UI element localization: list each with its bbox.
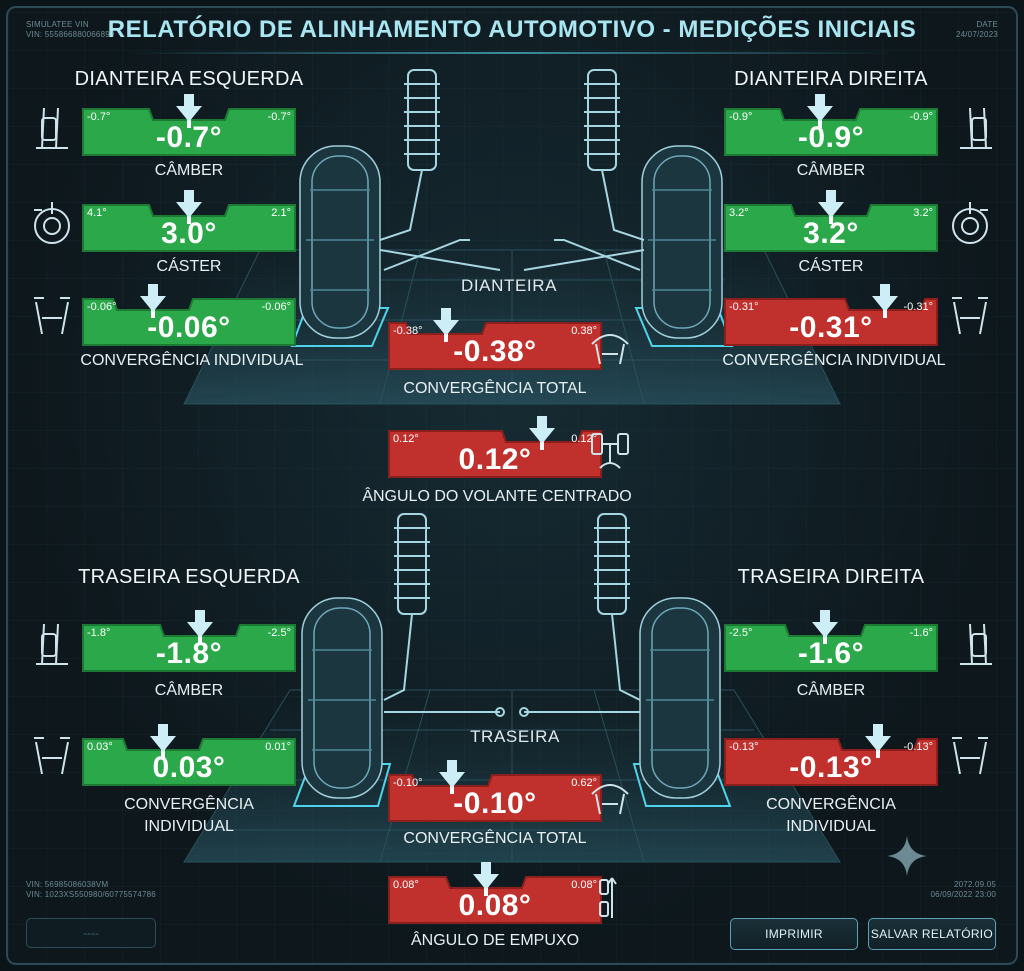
gauge-value: -0.7° [155,121,223,154]
star-emblem-icon [887,836,927,876]
label-rear-total-toe: CONVERGÊNCIA TOTAL [403,830,587,847]
front-left-title: DIANTEIRA ESQUERDA [74,68,304,90]
label-front-right-caster: CÁSTER [798,258,864,275]
rear-suspension [383,513,641,717]
arrow-down-icon [176,94,202,122]
gauge-front-left-camber: -0.7° -0.7° -0.7° [82,94,296,156]
gauge-value: -0.9° [797,121,865,154]
toe-icon [30,294,74,342]
toe-icon [948,294,992,342]
arrow-down-icon [807,94,833,122]
save-report-button[interactable]: SALVAR RELATÓRIO [868,918,996,950]
thrust-icon [588,874,632,922]
title-underline [130,52,894,54]
page-title: RELATÓRIO DE ALINHAMENTO AUTOMOTIVO - ME… [107,16,917,43]
label-rear-right-toe-line1: CONVERGÊNCIA [766,796,896,813]
arrow-down-icon [433,308,459,336]
gauge-front-total-toe: -0.38° 0.38° -0.38° [388,308,602,370]
front-right-wheel [641,145,723,339]
gauge-thrust-angle: 0.08° 0.08° 0.08° [388,862,602,924]
gauge-rear-total-toe: -0.10° 0.62° -0.10° [388,760,602,822]
label-front-right-toe: CONVERGÊNCIA INDIVIDUAL [722,352,946,369]
arrow-down-icon [187,610,213,638]
toe-icon [30,734,74,782]
gauge-front-right-camber: -0.9° -0.9° -0.9° [724,94,938,156]
footer-vin-line1: VIN: 56985086038VM [26,880,109,889]
label-rear-left-toe-line2: INDIVIDUAL [144,818,234,835]
gauge-value: -1.6° [797,637,865,670]
caster-icon [948,200,992,248]
gauge-value: 0.08° [458,889,532,922]
camber-icon [954,620,998,668]
label-thrust-angle: ÂNGULO DE EMPUXO [410,932,580,949]
arrow-down-icon [150,724,176,752]
label-front-total-toe: CONVERGÊNCIA TOTAL [403,380,587,397]
arrow-down-icon [818,190,844,218]
front-left-wheel [299,145,381,339]
footer-vin: VIN: 56985086038VM VIN: 1023XS550980/607… [26,880,156,900]
gauge-value: 0.12° [458,443,532,476]
total-toe-icon [588,774,632,822]
label-rear-right-toe: CONVERGÊNCIA INDIVIDUAL [724,794,938,838]
gauge-value: -0.06° [147,311,231,344]
gauge-value: 3.0° [161,217,217,250]
front-right-title: DIANTEIRA DIREITA [734,68,928,90]
label-rear-left-camber: CÂMBER [154,682,224,699]
footer-timestamp-line1: 2072.09.05 [953,880,996,889]
arrow-down-icon [439,760,465,788]
label-rear-left-toe: CONVERGÊNCIA INDIVIDUAL [82,794,296,838]
arrow-down-icon [872,284,898,312]
caster-icon [30,200,74,248]
footer-timestamp: 2072.09.05 06/09/2022 23:00 [931,880,996,900]
steering-icon [588,428,632,476]
camber-icon [30,104,74,152]
label-front-left-toe: CONVERGÊNCIA INDIVIDUAL [80,352,304,369]
arrow-down-icon [473,862,499,890]
print-button[interactable]: IMPRIMIR [730,918,858,950]
camber-icon [30,620,74,668]
gauge-value: -1.8° [155,637,223,670]
arrow-down-icon [529,416,555,444]
gauge-rear-right-toe: -0.13° -0.13° -0.13° [724,724,938,786]
gauge-rear-left-toe: 0.03° 0.01° 0.03° [82,724,296,786]
gauge-value: 0.03° [152,751,226,784]
gauge-value: -0.31° [789,311,873,344]
gauge-value: -0.38° [453,335,537,368]
front-axle-label: DIANTEIRA [460,276,558,295]
rear-left-wheel [301,597,383,799]
label-front-left-camber: CÂMBER [154,162,224,179]
gauge-value: -0.10° [453,787,537,820]
arrow-down-icon [865,724,891,752]
blank-button[interactable]: ---- [26,918,156,948]
rear-right-title: TRASEIRA DIREITA [737,566,925,588]
front-suspension [379,69,645,271]
arrow-down-icon [812,610,838,638]
gauge-rear-left-camber: -1.8° -2.5° -1.8° [82,610,296,672]
toe-icon [948,734,992,782]
label-rear-left-toe-line1: CONVERGÊNCIA [124,796,254,813]
gauge-front-left-toe: -0.06° -0.06° -0.06° [82,284,296,346]
rear-axle-label: TRASEIRA [470,727,560,746]
gauge-front-right-toe: -0.31° -0.31° -0.31° [724,284,938,346]
rear-right-wheel [639,597,721,799]
footer-timestamp-line2: 06/09/2022 23:00 [930,890,996,899]
total-toe-icon [588,324,632,372]
arrow-down-icon [140,284,166,312]
label-front-right-camber: CÂMBER [796,162,866,179]
gauge-value: -0.13° [789,751,873,784]
rear-left-title: TRASEIRA ESQUERDA [78,566,300,588]
gauge-front-right-caster: 3.2° 3.2° 3.2° [724,190,938,252]
arrow-down-icon [176,190,202,218]
gauge-steering-angle: 0.12° 0.12° 0.12° [388,416,602,478]
gauge-rear-right-camber: -2.5° -1.6° -1.6° [724,610,938,672]
label-rear-right-camber: CÂMBER [796,682,866,699]
camber-icon [954,104,998,152]
footer-vin-line2: VIN: 1023XS550980/6077557478​6 [26,890,156,899]
label-front-left-caster: CÁSTER [156,258,222,275]
gauge-value: 3.2° [803,217,859,250]
label-steering-angle: ÂNGULO DO VOLANTE CENTRADO [362,488,632,505]
gauge-front-left-caster: 4.1° 2.1° 3.0° [82,190,296,252]
